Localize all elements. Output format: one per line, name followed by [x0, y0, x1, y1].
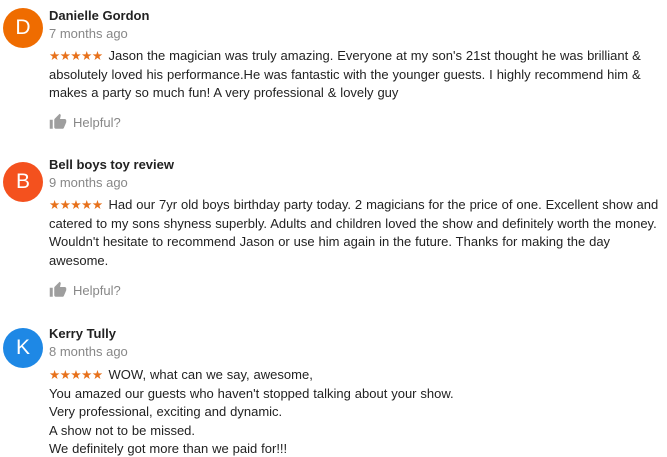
thumbs-up-icon: [49, 113, 67, 129]
star-rating: ★★★★★: [49, 368, 103, 382]
avatar[interactable]: D: [3, 8, 43, 48]
review-body: ★★★★★ Jason the magician was truly amazin…: [49, 47, 661, 103]
helpful-button[interactable]: Helpful?: [49, 281, 121, 299]
reviewer-name[interactable]: Kerry Tully: [49, 326, 116, 341]
review-body: ★★★★★ WOW, what can we say, awesome, You …: [49, 366, 661, 457]
star-rating: ★★★★★: [49, 198, 103, 212]
review-text-line: ★★★★★ WOW, what can we say, awesome,: [49, 367, 313, 382]
avatar[interactable]: B: [3, 162, 43, 202]
review-text-line: You amazed our guests who haven't stoppe…: [49, 385, 454, 401]
star-rating: ★★★★★: [49, 49, 103, 63]
review-text: Had our 7yr old boys birthday party toda…: [49, 197, 659, 268]
helpful-button[interactable]: Helpful?: [49, 113, 121, 131]
review-date: 8 months ago: [49, 344, 128, 359]
avatar[interactable]: K: [3, 328, 43, 368]
review-text-line: We definitely got more than we paid for!…: [49, 441, 288, 456]
review-text-line: Very professional, exciting and dynamic.: [49, 404, 283, 419]
reviewer-name[interactable]: Danielle Gordon: [49, 8, 149, 23]
helpful-label: Helpful?: [73, 114, 121, 130]
reviewer-name[interactable]: Bell boys toy review: [49, 157, 174, 172]
review-date: 7 months ago: [49, 26, 128, 41]
helpful-label: Helpful?: [73, 282, 121, 298]
thumbs-up-icon: [49, 281, 67, 297]
review-body: ★★★★★ Had our 7yr old boys birthday party…: [49, 196, 661, 270]
review-text: Jason the magician was truly amazing. Ev…: [49, 48, 641, 100]
review-date: 9 months ago: [49, 175, 128, 190]
review-text-line: A show not to be missed.: [49, 422, 196, 438]
